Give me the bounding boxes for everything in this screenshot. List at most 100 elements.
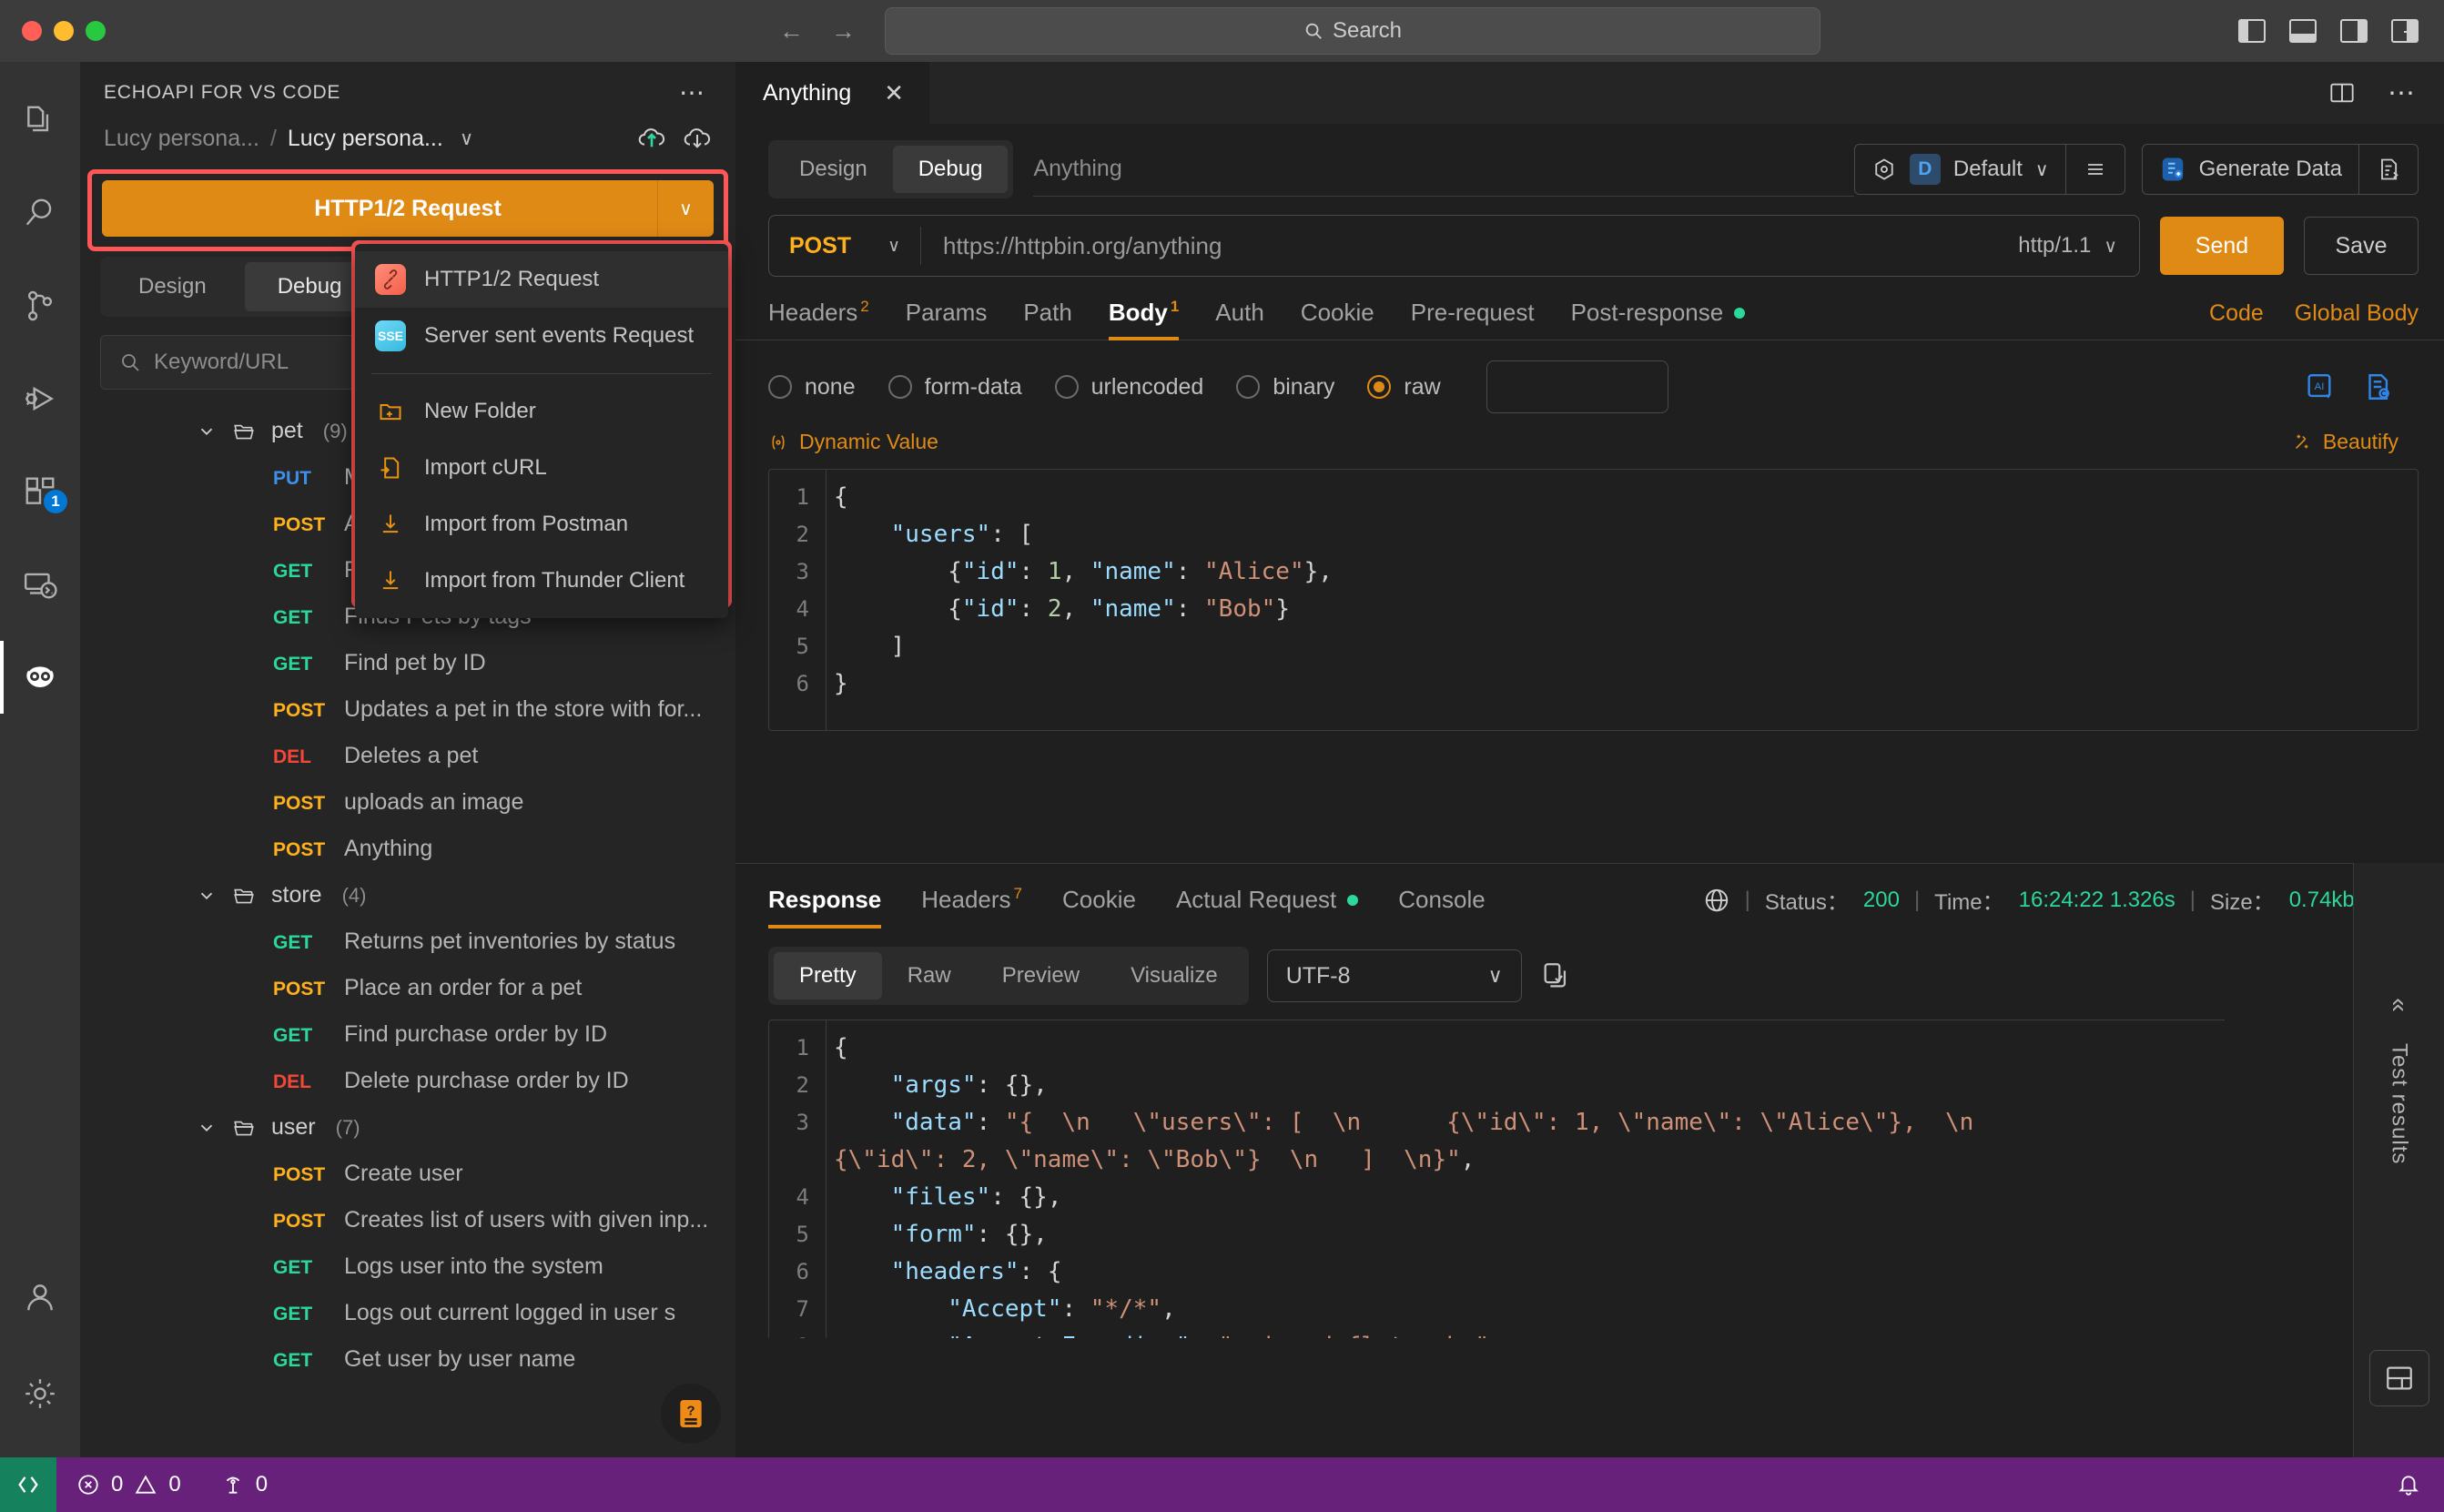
save-button[interactable]: Save (2304, 217, 2419, 275)
http-version-selector[interactable]: http/1.1 ∨ (2018, 233, 2139, 259)
tree-folder-user[interactable]: user (7) (80, 1104, 735, 1151)
tree-item[interactable]: GET Find purchase order by ID (80, 1011, 735, 1058)
toggle-primary-sidebar-icon[interactable] (2238, 19, 2266, 43)
link-global-body[interactable]: Global Body (2295, 300, 2419, 327)
close-icon[interactable]: ✕ (884, 79, 904, 107)
environment-current[interactable]: D Default ∨ (1855, 145, 2065, 194)
global-search-input[interactable]: Search (885, 7, 1820, 55)
tree-item[interactable]: GET Logs out current logged in user s (80, 1290, 735, 1336)
sidebar-item-extensions[interactable]: 1 (0, 455, 80, 528)
import-body-icon[interactable] (2362, 371, 2393, 402)
toggle-secondary-sidebar-icon[interactable] (2340, 19, 2368, 43)
response-view-pretty[interactable]: Pretty (774, 952, 882, 1000)
editor-tab-anything[interactable]: Anything ✕ (735, 62, 930, 124)
sidebar-item-source-control[interactable] (0, 269, 80, 342)
tree-item[interactable]: GET Returns pet inventories by status (80, 918, 735, 965)
menu-item-import-curl[interactable]: Import cURL (355, 440, 728, 496)
breadcrumb-current[interactable]: Lucy persona... (288, 126, 443, 152)
generate-data-button[interactable]: Generate Data (2143, 145, 2358, 194)
response-body-editor[interactable]: 123456789101112 { "args": {}, "data": "{… (768, 1020, 2225, 1338)
tab-pre-request[interactable]: Pre-request (1411, 299, 1535, 340)
split-editor-icon[interactable] (2327, 80, 2357, 106)
request-body-code[interactable]: { "users": [ {"id": 1, "name": "Alice"},… (826, 470, 2418, 730)
copy-icon[interactable] (1540, 960, 1571, 991)
environment-list-button[interactable] (2066, 145, 2125, 194)
body-type-binary[interactable]: binary (1236, 374, 1334, 401)
sidebar-item-search[interactable] (0, 177, 80, 249)
tree-folder-store[interactable]: store (4) (80, 872, 735, 918)
tab-design[interactable]: Design (774, 146, 893, 193)
window-controls[interactable] (22, 21, 106, 41)
response-view-raw[interactable]: Raw (882, 952, 977, 1000)
beautify-button[interactable]: Beautify (2292, 430, 2419, 454)
notifications-button[interactable] (2397, 1473, 2444, 1497)
tab-auth[interactable]: Auth (1215, 299, 1264, 340)
body-type-raw[interactable]: raw (1367, 374, 1441, 401)
tab-debug[interactable]: Debug (892, 146, 1009, 193)
radio-button[interactable] (768, 375, 792, 399)
menu-item-import-from-postman[interactable]: Import from Postman (355, 496, 728, 553)
response-tab-console[interactable]: Console (1398, 886, 1485, 929)
collapse-chevron-icon[interactable]: « (2384, 998, 2413, 1012)
tree-item[interactable]: GET Logs user into the system (80, 1243, 735, 1290)
tree-item[interactable]: POST Place an order for a pet (80, 965, 735, 1011)
chevron-down-icon[interactable] (197, 886, 217, 906)
dynamic-value-button[interactable]: Dynamic Value (768, 430, 938, 454)
breadcrumb-project[interactable]: Lucy persona... (104, 126, 259, 152)
method-selector[interactable]: POST ∨ (769, 216, 920, 276)
tab-post-response[interactable]: Post-response (1571, 299, 1746, 340)
raw-format-selector[interactable] (1486, 360, 1668, 413)
menu-item-new-folder[interactable]: New Folder (355, 383, 728, 440)
tab-path[interactable]: Path (1023, 299, 1072, 340)
environment-selector[interactable]: D Default ∨ (1853, 144, 2125, 195)
tab-params[interactable]: Params (906, 299, 988, 340)
tree-item[interactable]: POST Creates list of users with given inp… (80, 1197, 735, 1243)
url-input-wrapper[interactable]: POST ∨ https://httpbin.org/anything http… (768, 215, 2140, 277)
test-results-label[interactable]: Test results (2387, 1043, 2412, 1164)
sidebar-item-remote-explorer[interactable] (0, 548, 80, 621)
tree-item[interactable]: GET Get user by user name (80, 1336, 735, 1383)
toggle-panel-icon[interactable] (2289, 19, 2317, 43)
response-view-preview[interactable]: Preview (977, 952, 1105, 1000)
ports-status[interactable]: 0 (201, 1472, 288, 1497)
radio-button[interactable] (1236, 375, 1261, 399)
sidebar-more-icon[interactable]: ⋯ (679, 79, 706, 105)
chevron-down-icon[interactable] (197, 421, 217, 441)
help-doc-button[interactable]: ? (661, 1384, 721, 1444)
customize-layout-icon[interactable] (2391, 19, 2419, 43)
more-actions-icon[interactable]: ⋯ (2388, 79, 2417, 107)
menu-item-server-sent-events-request[interactable]: SSE Server sent events Request (355, 308, 728, 364)
request-name-input[interactable]: Anything (1033, 142, 1854, 197)
radio-button[interactable] (1367, 375, 1392, 399)
response-tab-response[interactable]: Response (768, 886, 882, 929)
export-button[interactable] (2359, 145, 2418, 194)
radio-button[interactable] (887, 375, 912, 399)
tree-item[interactable]: DEL Delete purchase order by ID (80, 1058, 735, 1104)
tree-item[interactable]: POST Anything (80, 826, 735, 872)
url-input[interactable]: https://httpbin.org/anything (921, 232, 2018, 260)
navigation-arrows[interactable]: ← → (779, 18, 856, 44)
layout-toggle-button[interactable] (2368, 1350, 2429, 1406)
remote-window-button[interactable] (0, 1457, 56, 1512)
tree-item[interactable]: DEL Deletes a pet (80, 733, 735, 779)
response-tab-cookie[interactable]: Cookie (1062, 886, 1136, 929)
tab-body[interactable]: Body 1 (1108, 299, 1180, 340)
tree-item[interactable]: POST Updates a pet in the store with for.… (80, 686, 735, 733)
chevron-down-icon[interactable]: ∨ (460, 127, 473, 150)
ai-generate-icon[interactable]: AI (2304, 371, 2335, 402)
cloud-upload-icon[interactable] (637, 124, 666, 153)
sidebar-item-explorer[interactable] (0, 84, 80, 157)
tab-cookie[interactable]: Cookie (1301, 299, 1374, 340)
body-type-urlencoded[interactable]: urlencoded (1054, 374, 1203, 401)
tab-headers[interactable]: Headers 2 (768, 299, 869, 340)
settings-button[interactable] (0, 1357, 80, 1430)
tree-item[interactable]: GET Find pet by ID (80, 640, 735, 686)
menu-item-import-from-thunder-client[interactable]: Import from Thunder Client (355, 553, 728, 609)
response-tab-actual-request[interactable]: Actual Request (1176, 886, 1359, 929)
cloud-download-icon[interactable] (683, 124, 712, 153)
forward-arrow-icon[interactable]: → (831, 18, 856, 44)
menu-item-http1-2-request[interactable]: HTTP1/2 Request (355, 251, 728, 308)
send-button[interactable]: Send (2160, 217, 2284, 275)
problems-status[interactable]: 0 0 (56, 1472, 201, 1497)
sidebar-item-echoapi[interactable] (0, 641, 80, 714)
